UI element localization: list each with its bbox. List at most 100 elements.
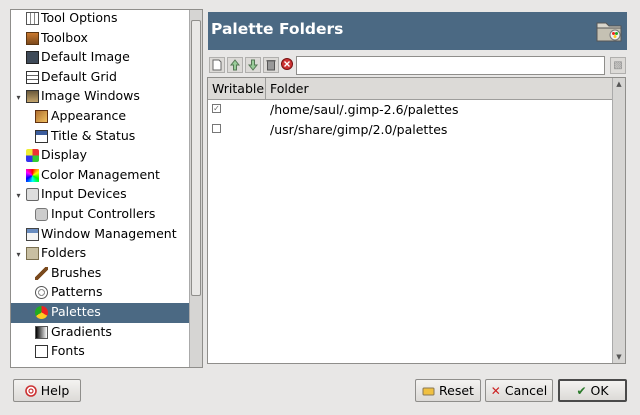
- help-icon: [24, 384, 37, 397]
- sidebar-item-patterns[interactable]: Patterns: [11, 283, 189, 303]
- sidebar-item-label: Input Controllers: [51, 206, 156, 221]
- sidebar-item-title-status[interactable]: Title & Status: [11, 127, 189, 147]
- folder-path: /usr/share/gimp/2.0/palettes: [270, 122, 448, 137]
- sidebar-item-label: Input Devices: [41, 186, 127, 202]
- cancel-label: Cancel: [504, 383, 548, 398]
- input-devices-icon: [26, 188, 39, 202]
- writable-checkbox[interactable]: [212, 124, 221, 133]
- column-header-writable[interactable]: Writable: [208, 78, 266, 99]
- default-grid-icon: [26, 70, 39, 84]
- list-header: Writable Folder: [208, 78, 613, 100]
- help-button[interactable]: Help: [13, 379, 81, 402]
- sidebar-item-input-controllers[interactable]: Input Controllers: [11, 205, 189, 225]
- expander-icon[interactable]: ▾: [14, 191, 23, 200]
- table-row[interactable]: /usr/share/gimp/2.0/palettes: [208, 119, 613, 139]
- sidebar-item-label: Default Grid: [41, 68, 117, 84]
- sidebar-item-label: Gradients: [51, 323, 112, 339]
- sidebar-item-label: Toolbox: [41, 29, 88, 45]
- sidebar-item-label: Brushes: [51, 264, 102, 280]
- ok-button[interactable]: ✔ OK: [558, 379, 627, 402]
- toolbox-icon: [26, 31, 39, 45]
- sidebar-item-label: Patterns: [51, 284, 103, 300]
- table-row[interactable]: ✓ /home/saul/.gimp-2.6/palettes: [208, 99, 613, 119]
- sidebar-item-color-management[interactable]: Color Management: [11, 166, 189, 186]
- page-header: Palette Folders: [208, 12, 627, 50]
- lower-folder-button[interactable]: [245, 57, 261, 73]
- sidebar-item-label: Default Image: [41, 49, 130, 65]
- sidebar-item-display[interactable]: Display: [11, 146, 189, 166]
- folder-path: /home/saul/.gimp-2.6/palettes: [270, 102, 459, 117]
- sidebar-item-label: Palettes: [51, 304, 101, 319]
- appearance-icon: [35, 110, 48, 123]
- sidebar-item-label: Folders: [41, 245, 87, 261]
- gradients-icon: [35, 325, 48, 339]
- ok-label: OK: [590, 383, 609, 398]
- folder-path-input[interactable]: [296, 56, 605, 75]
- raise-folder-icon: [229, 59, 241, 71]
- column-header-folder[interactable]: Folder: [266, 78, 613, 99]
- tool-options-icon: [26, 12, 39, 25]
- folder-list: Writable Folder ✓ /home/saul/.gimp-2.6/p…: [207, 77, 626, 364]
- tree-scrollbar-thumb[interactable]: [191, 20, 201, 296]
- folder-browse-icon: ▧: [613, 60, 623, 71]
- sidebar-item-appearance[interactable]: Appearance: [11, 107, 189, 127]
- cancel-button[interactable]: ✕ Cancel: [485, 379, 553, 402]
- sidebar-item-label: Title & Status: [51, 127, 136, 143]
- sidebar-item-label: Fonts: [51, 343, 85, 359]
- sidebar-item-fonts[interactable]: Fonts: [11, 342, 189, 362]
- patterns-icon: [35, 286, 48, 300]
- palette-folder-icon: [596, 22, 622, 42]
- lower-folder-icon: [247, 59, 259, 71]
- palettes-icon: [35, 306, 48, 319]
- reset-button[interactable]: Reset: [415, 379, 481, 402]
- sidebar-item-label: Tool Options: [41, 10, 118, 25]
- delete-folder-button[interactable]: [263, 57, 279, 73]
- new-folder-button[interactable]: [209, 57, 225, 73]
- sidebar-item-label: Window Management: [41, 225, 177, 241]
- window-management-icon: [26, 227, 39, 241]
- writable-checkbox[interactable]: ✓: [212, 104, 221, 113]
- sidebar-item-label: Appearance: [51, 108, 127, 123]
- sidebar-item-default-grid[interactable]: Default Grid: [11, 68, 189, 88]
- input-controllers-icon: [35, 208, 48, 221]
- scroll-up-icon[interactable]: ▲: [614, 79, 624, 89]
- sidebar-item-tool-options[interactable]: Tool Options: [11, 10, 189, 29]
- sidebar-item-default-image[interactable]: Default Image: [11, 48, 189, 68]
- folder-toolbar: ▧: [209, 56, 627, 76]
- sidebar-item-label: Color Management: [41, 166, 160, 182]
- cancel-icon: ✕: [490, 383, 501, 398]
- sidebar-item-brushes[interactable]: Brushes: [11, 264, 189, 284]
- delete-folder-icon: [266, 60, 276, 71]
- sidebar-item-image-windows[interactable]: ▾ Image Windows: [11, 87, 189, 107]
- stop-icon: [281, 58, 293, 70]
- sidebar-item-input-devices[interactable]: ▾ Input Devices: [11, 185, 189, 205]
- reset-label: Reset: [439, 383, 474, 398]
- sidebar-item-palettes[interactable]: Palettes: [11, 303, 189, 323]
- expander-icon[interactable]: ▾: [14, 250, 23, 259]
- scroll-down-icon[interactable]: ▼: [614, 352, 624, 362]
- help-label: Help: [40, 383, 70, 398]
- title-status-icon: [35, 129, 48, 143]
- image-windows-icon: [26, 90, 39, 104]
- sidebar-item-window-management[interactable]: Window Management: [11, 225, 189, 245]
- reset-icon: [422, 387, 435, 395]
- sidebar-item-toolbox[interactable]: Toolbox: [11, 29, 189, 49]
- raise-folder-button[interactable]: [227, 57, 243, 73]
- sidebar-item-gradients[interactable]: Gradients: [11, 323, 189, 343]
- preferences-tree[interactable]: Tool Options Toolbox Default Image Default …: [10, 9, 203, 368]
- folders-icon: [26, 247, 39, 261]
- color-management-icon: [26, 168, 39, 182]
- expander-icon[interactable]: ▾: [14, 93, 23, 102]
- page-title: Palette Folders: [211, 20, 344, 38]
- list-scrollbar[interactable]: ▲ ▼: [612, 78, 625, 363]
- browse-folder-button[interactable]: ▧: [610, 57, 626, 74]
- sidebar-item-label: Image Windows: [41, 88, 140, 104]
- default-image-icon: [26, 51, 39, 65]
- sidebar-item-folders[interactable]: ▾ Folders: [11, 244, 189, 264]
- fonts-icon: [35, 345, 48, 359]
- display-icon: [26, 149, 39, 163]
- stop-button[interactable]: [279, 57, 295, 73]
- sidebar-item-label: Display: [41, 147, 88, 163]
- new-folder-icon: [212, 59, 222, 71]
- ok-icon: ✔: [576, 383, 587, 398]
